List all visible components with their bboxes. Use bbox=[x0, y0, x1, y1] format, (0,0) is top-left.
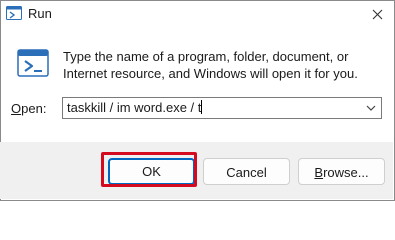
chevron-down-icon[interactable] bbox=[365, 102, 377, 114]
browse-rest: rowse... bbox=[323, 165, 369, 180]
open-combobox[interactable]: taskkill / im word.exe / t bbox=[62, 97, 382, 119]
open-label-accel: O bbox=[11, 101, 22, 116]
cancel-button[interactable]: Cancel bbox=[203, 158, 290, 185]
title-bar: Run bbox=[1, 1, 394, 29]
dialog-description: Type the name of a program, folder, docu… bbox=[63, 49, 358, 81]
ok-highlight-box bbox=[101, 152, 197, 187]
run-icon bbox=[17, 49, 49, 77]
run-app-icon bbox=[6, 6, 22, 20]
open-input-value: taskkill / im word.exe / t bbox=[67, 100, 202, 115]
open-label: Open: bbox=[11, 101, 46, 116]
text-caret bbox=[201, 100, 203, 114]
window-title: Run bbox=[28, 6, 52, 21]
open-input[interactable]: taskkill / im word.exe / t bbox=[67, 100, 203, 115]
browse-button[interactable]: Browse... bbox=[298, 158, 385, 185]
browse-accel: B bbox=[314, 165, 324, 180]
close-button[interactable] bbox=[366, 4, 388, 24]
close-icon bbox=[372, 9, 382, 19]
open-label-rest: pen: bbox=[21, 101, 47, 116]
